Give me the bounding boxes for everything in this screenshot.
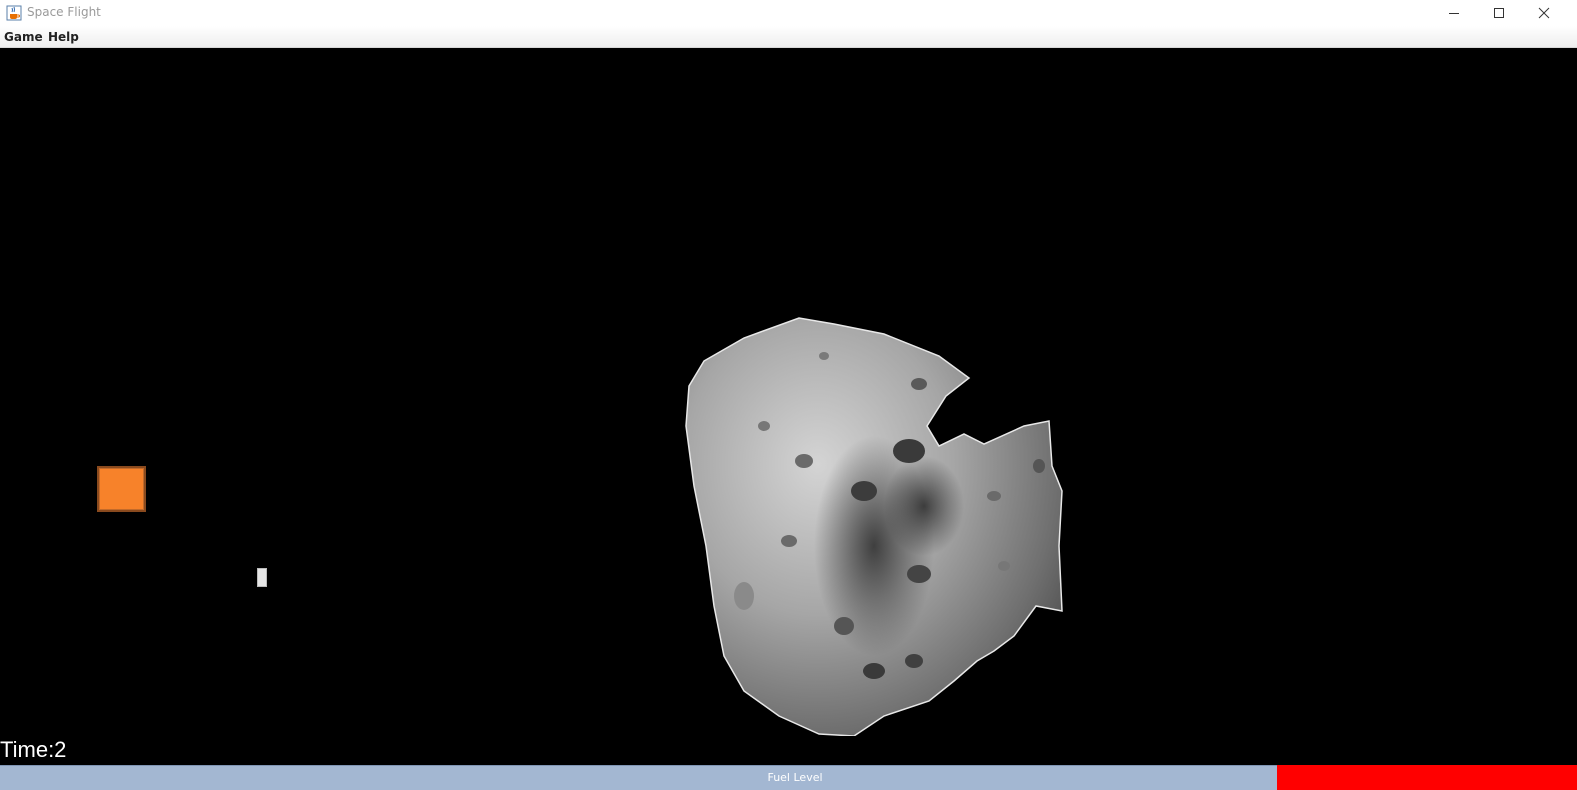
menu-game[interactable]: Game: [4, 30, 43, 44]
title-bar[interactable]: Space Flight: [0, 0, 1577, 26]
window-title: Space Flight: [27, 5, 101, 19]
close-button[interactable]: [1521, 0, 1567, 26]
game-canvas[interactable]: Time:2: [0, 48, 1577, 765]
java-cup-icon: [6, 5, 22, 21]
player-ship: [97, 466, 146, 512]
app-window: Space Flight Game Help Time:2 Fuel Level: [0, 0, 1577, 790]
minimize-button[interactable]: [1431, 0, 1477, 26]
menu-bar: Game Help: [0, 26, 1577, 48]
maximize-button[interactable]: [1476, 0, 1522, 26]
fuel-label: Fuel Level: [767, 771, 823, 784]
asteroid: [685, 317, 1063, 736]
close-icon: [1538, 7, 1550, 19]
menu-help[interactable]: Help: [48, 30, 79, 44]
minimize-icon: [1448, 7, 1460, 19]
maximize-icon: [1493, 7, 1505, 19]
projectile: [257, 568, 267, 587]
time-counter: Time:2: [0, 737, 67, 762]
fuel-bar: Fuel Level: [0, 765, 1577, 790]
